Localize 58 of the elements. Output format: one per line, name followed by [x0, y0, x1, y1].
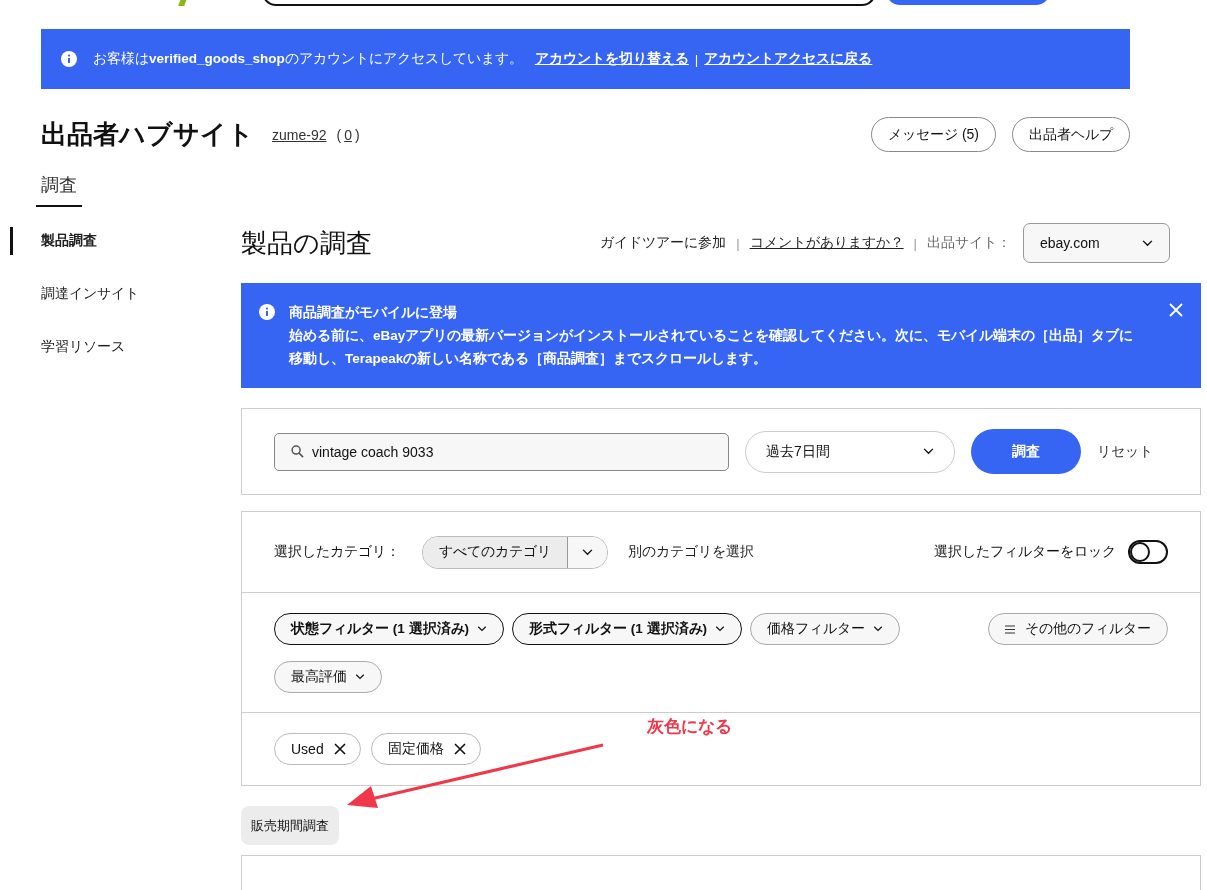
search-field[interactable]: vintage coach 9033	[274, 432, 729, 471]
list-icon	[1005, 624, 1015, 634]
chevron-down-icon	[477, 626, 487, 632]
category-label: 選択したカテゴリ：	[274, 543, 400, 561]
paren-text: (	[336, 126, 342, 143]
separator-text: |	[736, 235, 740, 251]
return-account-link[interactable]: アカウントアクセスに戻る	[704, 50, 873, 68]
separator-text: |	[694, 51, 699, 67]
section-title: 製品の調査	[241, 226, 372, 260]
filter-tag[interactable]: Used	[274, 733, 361, 765]
notice-text: 始める前に、eBayアプリの最新バージョンがインストールされていることを確認してください。次に、モバイル端末の［出品］タブに移動し、Terapeakの新しい名称である［商品調査］までスクロールします。	[289, 327, 1135, 368]
chevron-down-icon	[355, 674, 365, 680]
sidebar-item[interactable]: 製品調査	[10, 227, 241, 255]
site-label: 出品サイト：	[927, 234, 1011, 252]
paren-text: )	[354, 126, 360, 143]
chevron-down-icon	[582, 548, 593, 556]
lock-toggle[interactable]	[1128, 540, 1168, 564]
sidebar-item[interactable]: 調達インサイト	[10, 280, 241, 308]
filter-chip[interactable]: 価格フィルター	[750, 613, 901, 645]
reset-link[interactable]: リセット	[1097, 442, 1153, 461]
feedback-score-link[interactable]: 0	[344, 126, 352, 143]
separator-text: |	[913, 235, 917, 251]
header-button[interactable]: 出品者ヘルプ	[1012, 117, 1130, 152]
select-category-link[interactable]: 別のカテゴリを選択	[628, 543, 754, 561]
close-icon	[333, 743, 346, 755]
site-dropdown[interactable]: ebay.com	[1023, 223, 1170, 263]
filter-chip[interactable]: 状態フィルター (1 選択済み)	[274, 613, 504, 645]
chevron-down-icon	[923, 448, 934, 455]
category-dropdown[interactable]: すべてのカテゴリ	[422, 535, 608, 569]
sidebar-item[interactable]: 学習リソース	[10, 333, 241, 361]
filter-chip[interactable]: 最高評価	[274, 661, 382, 693]
filter-tag[interactable]: 固定価格	[370, 733, 481, 765]
sell-through-button[interactable]: 販売期間調査	[241, 806, 339, 845]
annotation-text: 灰色になる	[647, 716, 732, 738]
tab[interactable]: 調査	[36, 169, 82, 207]
guided-tour-link[interactable]: ガイドツアーに参加	[600, 234, 727, 252]
header-button[interactable]: メッセージ (5)	[871, 117, 996, 152]
chevron-down-icon	[1142, 239, 1153, 247]
close-icon	[453, 743, 466, 755]
more-filters-button[interactable]: その他のフィルター	[988, 613, 1168, 645]
chevron-down-icon	[873, 626, 884, 632]
info-icon	[61, 51, 77, 67]
chevron-down-icon	[715, 626, 726, 632]
research-button[interactable]: 調査	[971, 429, 1081, 474]
search-value: vintage coach 9033	[312, 443, 434, 460]
close-icon[interactable]	[1169, 303, 1183, 317]
lock-filters-label: 選択したフィルターをロック	[934, 543, 1116, 561]
feedback-link[interactable]: コメントがありますか？	[749, 234, 904, 252]
switch-account-link[interactable]: アカウントを切り替える	[534, 50, 689, 68]
page-title: 出品者ハブサイト	[41, 118, 254, 151]
notice-title: 商品調査がモバイルに登場	[289, 304, 458, 322]
search-icon	[291, 445, 304, 458]
category-value: すべてのカテゴリ	[423, 536, 568, 568]
period-dropdown[interactable]: 過去7日間	[745, 430, 955, 473]
username-link[interactable]: zume-92	[272, 126, 327, 143]
info-icon	[259, 304, 275, 320]
filter-chip[interactable]: 形式フィルター (1 選択済み)	[512, 613, 743, 645]
account-access-message: お客様はverified_goods_shopのアカウントにアクセスしています。	[93, 50, 523, 68]
